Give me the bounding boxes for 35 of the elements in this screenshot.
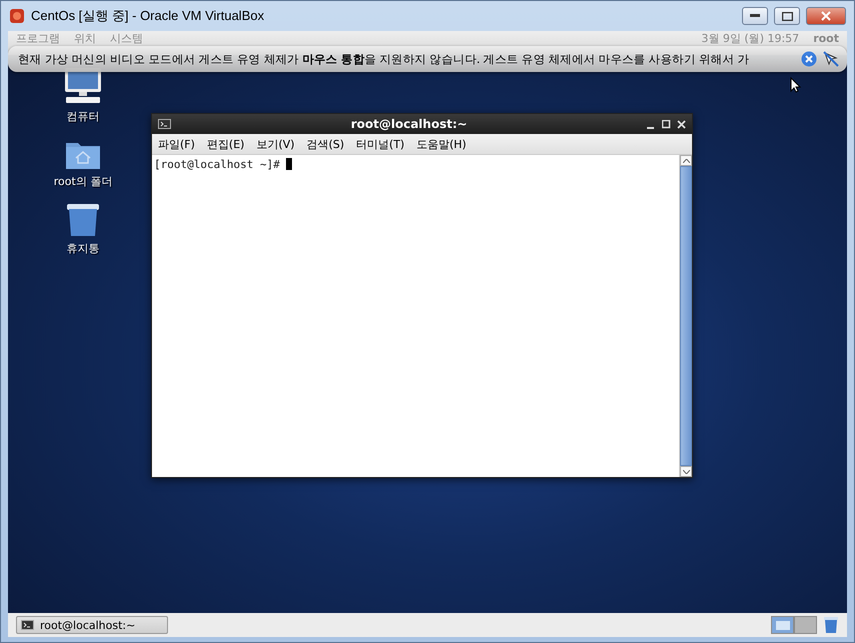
workspace-switcher[interactable] bbox=[771, 616, 794, 634]
menu-item[interactable]: 보기(V) bbox=[256, 136, 295, 152]
maximize-icon[interactable] bbox=[662, 120, 671, 128]
app-logo-icon bbox=[9, 8, 25, 24]
notification-text: 현재 가상 머신의 비디오 모드에서 게스트 유영 체제가 마우스 통합을 지원하지 않습니다. 게스트 유영 체제에서 마우스를 사용하기 위해서 가 bbox=[18, 52, 750, 66]
window-title: CentOs [실행 중] - Oracle VM VirtualBox bbox=[31, 7, 266, 25]
desktop-icon-label[interactable]: 컴퓨터 bbox=[66, 109, 100, 124]
menu-item[interactable]: 파일(F) bbox=[158, 136, 195, 152]
trash-icon[interactable] bbox=[823, 616, 839, 634]
panel-user: root bbox=[813, 32, 839, 45]
close-button[interactable] bbox=[806, 7, 846, 25]
menu-item[interactable]: 도움말(H) bbox=[416, 136, 466, 152]
mouse-cursor-icon bbox=[790, 77, 801, 93]
text-cursor bbox=[286, 158, 292, 170]
desktop-icon-label[interactable]: 휴지통 bbox=[66, 241, 100, 256]
trash-icon bbox=[65, 203, 101, 237]
desktop-icon-label[interactable]: root의 폴더 bbox=[54, 174, 112, 189]
mouse-pointer-disabled-icon bbox=[823, 51, 839, 67]
terminal-icon bbox=[21, 620, 34, 630]
menu-item[interactable]: 편집(E) bbox=[206, 136, 244, 152]
maximize-icon bbox=[782, 12, 792, 20]
menu-item[interactable]: 터미널(T) bbox=[356, 136, 404, 152]
workspace-switcher[interactable] bbox=[794, 616, 817, 634]
terminal-title: root@localhost:~ bbox=[350, 117, 468, 131]
close-icon[interactable] bbox=[677, 120, 686, 128]
minimize-button[interactable] bbox=[742, 7, 768, 25]
minimize-icon bbox=[750, 14, 760, 18]
maximize-button[interactable] bbox=[774, 7, 800, 25]
shell-prompt: [root@localhost ~]# bbox=[154, 158, 280, 171]
taskbar-item[interactable]: root@localhost:~ bbox=[16, 616, 168, 634]
terminal-icon bbox=[158, 119, 171, 129]
panel-clock: 3월 9일 (월) 19:57 bbox=[701, 32, 800, 45]
scrollbar[interactable] bbox=[679, 155, 692, 477]
menu-item[interactable]: 검색(S) bbox=[306, 136, 344, 152]
close-icon bbox=[821, 11, 831, 21]
